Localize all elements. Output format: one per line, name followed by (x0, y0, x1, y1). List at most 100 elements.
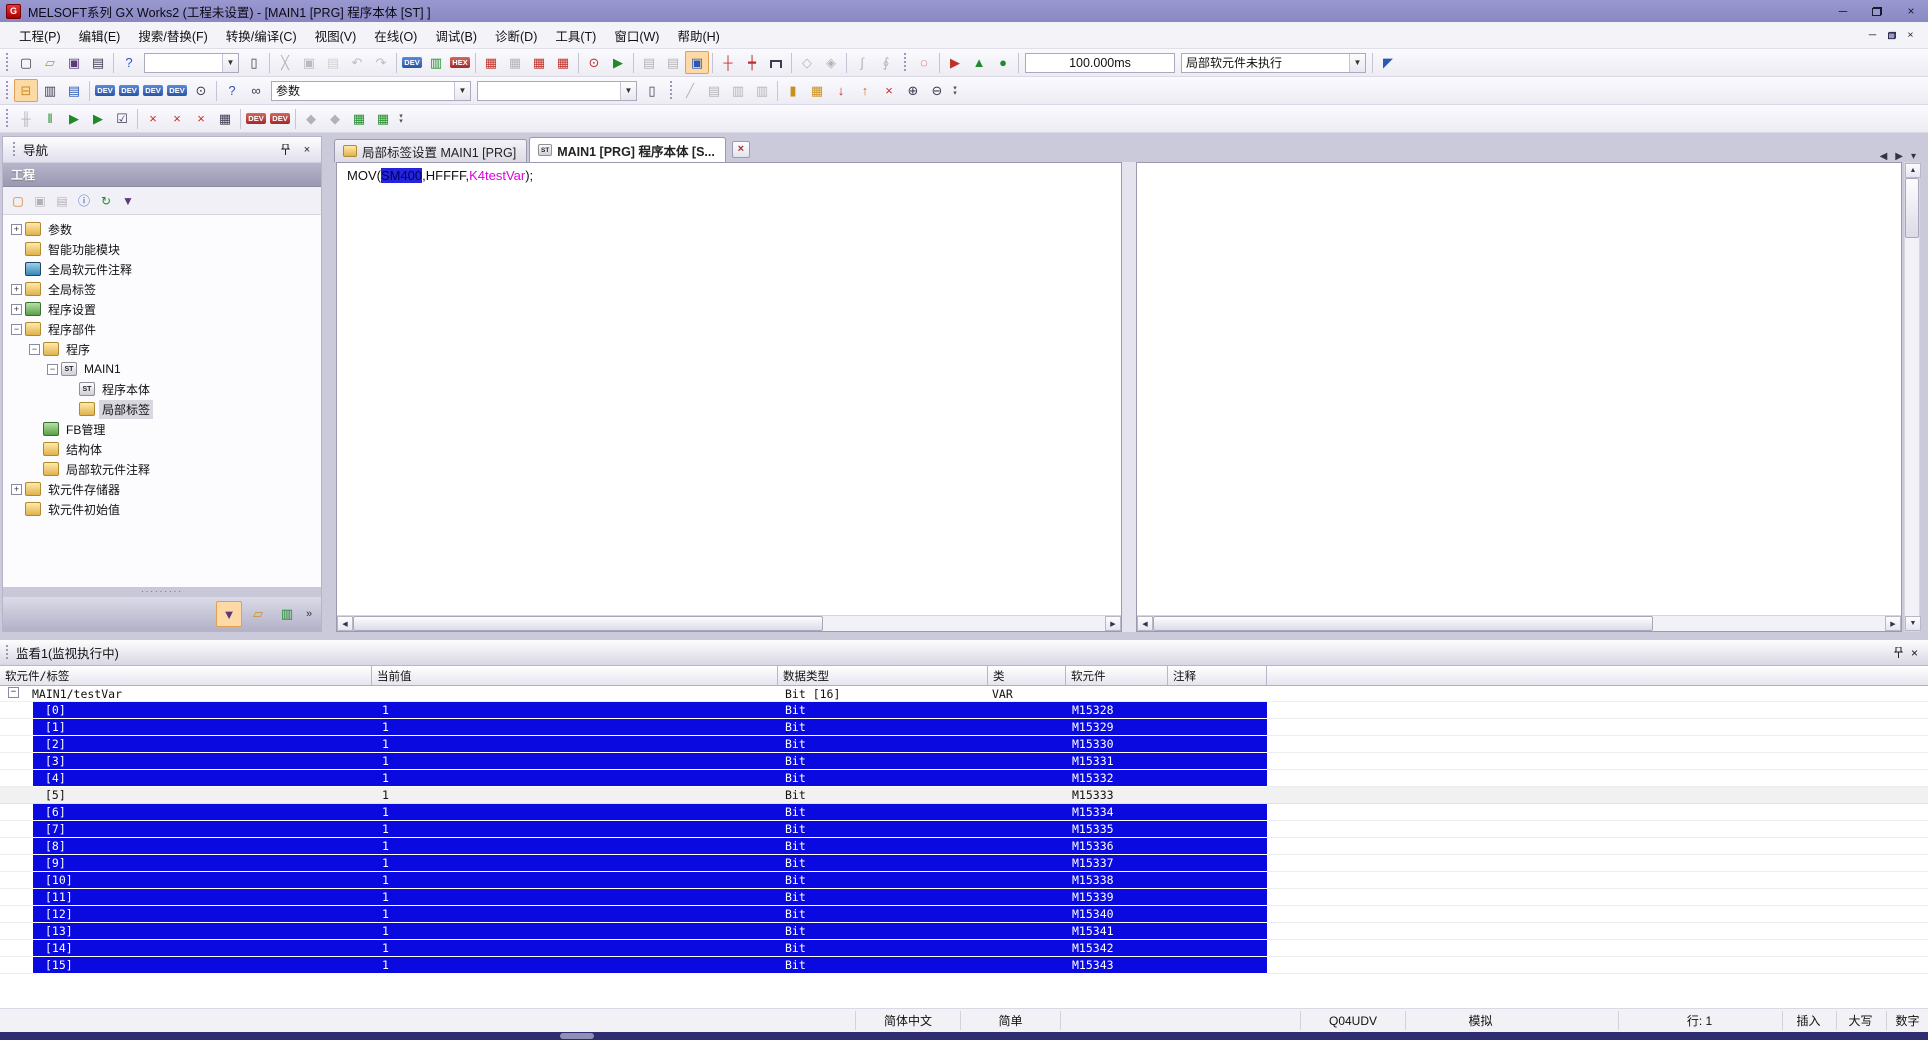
tree-item-13[interactable]: + 软元件存储器 (3, 479, 321, 499)
watch-row-4[interactable]: [4] 1 Bit M15332 (0, 770, 1928, 787)
table-right-icon[interactable]: ▦ (371, 107, 395, 130)
toolbar-overflow-icon[interactable]: ▾ ▾ (949, 85, 961, 97)
tab-close-button[interactable]: × (731, 140, 750, 158)
close-button[interactable]: × (1894, 0, 1928, 22)
wave-rise-icon[interactable]: ∫ (850, 51, 874, 74)
tree-item-12[interactable]: 局部软元件注释 (3, 459, 321, 479)
tab-scroll-left-icon[interactable]: ◀ (1880, 151, 1888, 162)
tab-menu-icon[interactable]: ▾ (1911, 151, 1916, 162)
program-block-4-icon[interactable]: ▦ (551, 51, 575, 74)
clipboard-icon[interactable]: ▮ (781, 79, 805, 102)
nav-copy-icon[interactable]: ▣ (29, 190, 51, 211)
toolbar-grip[interactable] (4, 108, 11, 129)
nav-view-user-lib-icon[interactable]: ▱ (245, 601, 271, 627)
navigation-toggle-icon[interactable]: ⊟ (14, 79, 38, 102)
hscroll-thumb[interactable] (353, 616, 823, 631)
step-run-icon[interactable]: ▶ (62, 107, 86, 130)
watch-row-14[interactable]: [14] 1 Bit M15342 (0, 940, 1928, 957)
watch-column-2[interactable]: 数据类型 (778, 666, 988, 685)
dev-split-icon[interactable]: DEV (141, 79, 165, 102)
tool-b-icon[interactable]: ◆ (323, 107, 347, 130)
tree-expander-icon[interactable]: − (11, 323, 22, 335)
dropdown-arrow-icon[interactable]: ▼ (222, 53, 238, 72)
output-list-icon[interactable]: ▤ (62, 79, 86, 102)
doc-zoom-icon[interactable]: ▯ (640, 79, 664, 102)
watch-row-5[interactable]: [5] 1 Bit M15333 (0, 787, 1928, 804)
watch-column-5[interactable]: 注释 (1168, 666, 1267, 685)
doc-stack-icon[interactable]: ▤ (637, 51, 661, 74)
close-nav-icon[interactable]: × (299, 142, 315, 157)
menu-1[interactable]: 编辑(E) (70, 22, 130, 49)
tree-item-6[interactable]: − 程序 (3, 339, 321, 359)
watch-root-row[interactable]: − MAIN1/testVar Bit [16] VAR (0, 686, 1928, 702)
st-code-pane[interactable]: MOV(SM400,HFFFF,K4testVar); ◀ ▶ (336, 162, 1122, 632)
help-icon[interactable]: ? (117, 51, 141, 74)
edit-pencil-icon[interactable]: ╱ (678, 79, 702, 102)
tree-expander-icon[interactable]: + (11, 303, 22, 315)
device-search-icon[interactable]: ⊙ (582, 51, 606, 74)
vscroll-thumb[interactable] (1905, 178, 1919, 238)
doc-refresh-icon[interactable]: ▥ (726, 79, 750, 102)
clipboard-grid-icon[interactable]: ▦ (805, 79, 829, 102)
zoom-out-icon[interactable]: ⊖ (925, 79, 949, 102)
quick-find-combo[interactable]: ▼ (144, 52, 239, 73)
watch-column-1[interactable]: 当前值 (372, 666, 778, 685)
watch-row-9[interactable]: [9] 1 Bit M15337 (0, 855, 1928, 872)
redo-icon[interactable]: ↷ (369, 51, 393, 74)
nav-splitter[interactable]: ········· (3, 587, 321, 597)
coil-2-icon[interactable]: ◈ (819, 51, 843, 74)
tree-item-5[interactable]: − 程序部件 (3, 319, 321, 339)
break-clear-icon[interactable]: × (141, 107, 165, 130)
tree-item-3[interactable]: + 全局标签 (3, 279, 321, 299)
module-config-icon[interactable]: ▥ (38, 79, 62, 102)
tree-item-10[interactable]: FB管理 (3, 419, 321, 439)
skip-range-icon[interactable]: × (189, 107, 213, 130)
nav-new-icon[interactable]: ▢ (7, 190, 29, 211)
menu-9[interactable]: 窗口(W) (605, 22, 668, 49)
dev-break-table-icon[interactable]: DEV (268, 107, 292, 130)
watch-column-4[interactable]: 软元件 (1066, 666, 1168, 685)
nav-view-connection-icon[interactable]: ▥ (274, 601, 300, 627)
pulse-icon[interactable] (764, 51, 788, 74)
monitor-screen-icon[interactable]: ▥ (424, 51, 448, 74)
watch-row-3[interactable]: [3] 1 Bit M15331 (0, 753, 1928, 770)
find-target-combo[interactable]: 参数 ▼ (271, 80, 471, 101)
scroll-right-icon[interactable]: ▶ (1105, 616, 1121, 631)
copy-icon[interactable]: ▣ (297, 51, 321, 74)
toolbar-overflow-icon[interactable]: ▾ ▾ (395, 113, 407, 125)
tree-item-1[interactable]: 智能功能模块 (3, 239, 321, 259)
step-stop-icon[interactable]: ╫ (14, 107, 38, 130)
doc-edit-icon[interactable]: ▤ (702, 79, 726, 102)
dropdown-arrow-icon[interactable]: ▼ (1349, 53, 1365, 72)
dropdown-arrow-icon[interactable]: ▼ (620, 81, 636, 100)
tree-item-11[interactable]: 结构体 (3, 439, 321, 459)
new-project-icon[interactable]: ▢ (14, 51, 38, 74)
paste-icon[interactable]: ▤ (321, 51, 345, 74)
scroll-left-icon[interactable]: ◀ (1137, 616, 1153, 631)
step-into-icon[interactable]: ▶ (86, 107, 110, 130)
watch-row-15[interactable]: [15] 1 Bit M15343 (0, 957, 1928, 974)
watch-row-12[interactable]: [12] 1 Bit M15340 (0, 906, 1928, 923)
help-2-icon[interactable]: ? (220, 79, 244, 102)
print-icon[interactable]: ▤ (86, 51, 110, 74)
monitor-stop-icon[interactable]: ◌ (912, 51, 936, 74)
toolbar-grip[interactable] (4, 80, 11, 101)
insert-row-below-icon[interactable]: ↓ (829, 79, 853, 102)
contact-open-icon[interactable]: ┼ (716, 51, 740, 74)
nav-overflow-icon[interactable]: » (303, 608, 315, 619)
menu-3[interactable]: 转换/编译(C) (217, 22, 306, 49)
open-project-icon[interactable]: ▱ (38, 51, 62, 74)
watch-row-6[interactable]: [6] 1 Bit M15334 (0, 804, 1928, 821)
watch-column-0[interactable]: 软元件/标签 (0, 666, 372, 685)
drag-handle[interactable] (13, 141, 17, 158)
mdi-restore-button[interactable] (1882, 27, 1901, 43)
scroll-up-icon[interactable]: ▲ (1905, 163, 1921, 178)
menu-10[interactable]: 帮助(H) (668, 22, 728, 49)
dropdown-arrow-icon[interactable]: ▼ (454, 81, 470, 100)
toolbar-grip[interactable] (4, 52, 11, 73)
tree-item-9[interactable]: 局部标签 (3, 399, 321, 419)
coil-icon[interactable]: ◇ (795, 51, 819, 74)
tool-a-icon[interactable]: ◆ (299, 107, 323, 130)
delete-row-icon[interactable]: × (877, 79, 901, 102)
warning-icon[interactable]: ▲ (967, 51, 991, 74)
